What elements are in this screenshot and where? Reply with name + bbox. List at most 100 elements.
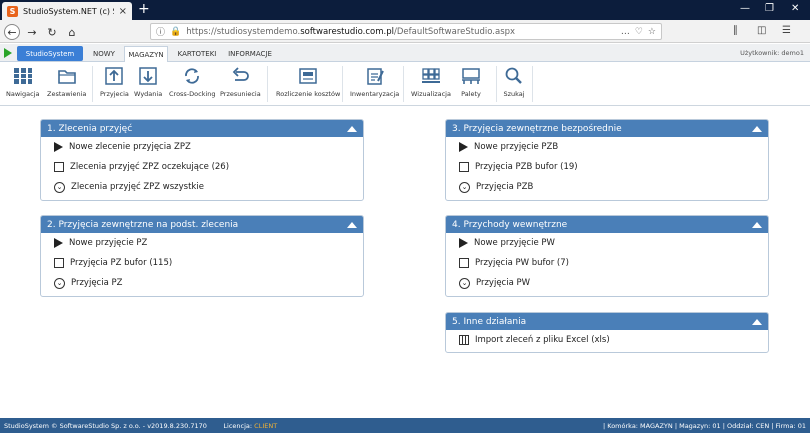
panel-zlecenia-przyjec: 1. Zlecenia przyjęć Nowe zlecenie przyję… (40, 119, 364, 201)
square-icon (54, 162, 64, 172)
panel-header[interactable]: 5. Inne działania (446, 313, 768, 330)
panel-przyjecia-na-podst-zlecenia: 2. Przyjęcia zewnętrzne na podst. zlecen… (40, 215, 364, 297)
collapse-caret-icon[interactable] (347, 125, 357, 132)
refresh-icon (181, 66, 203, 86)
browser-tabstrip: S StudioSystem.NET (c) Software × + — ❐ … (0, 0, 810, 20)
menu-item-zpz-wszystkie[interactable]: ⌄ Zlecenia przyjęć ZPZ wszystkie (41, 177, 363, 197)
pocket-icon[interactable]: ♡ (635, 27, 643, 37)
user-label: Użytkownik: demo1 (740, 49, 804, 57)
bookmark-star-icon[interactable]: ☆ (648, 27, 656, 37)
menu-item-nowe-przyjecie-pw[interactable]: Nowe przyjęcie PW (446, 233, 768, 253)
more-actions-icon[interactable]: … (621, 27, 630, 37)
spreadsheet-icon (459, 335, 469, 345)
ribbon-przesuniecia-button[interactable]: Przesuniecia (220, 66, 261, 98)
tab-magazyn[interactable]: MAGAZYN (124, 46, 168, 62)
menu-item-przyjecia-pw[interactable]: ⌄ Przyjęcia PW (446, 273, 768, 293)
run-icon[interactable] (4, 48, 12, 58)
search-icon (503, 66, 525, 86)
panel-title: 5. Inne działania (452, 316, 527, 327)
ribbon-nawigacja-button[interactable]: Nawigacja (6, 66, 39, 98)
ribbon-inwentaryzacja-button[interactable]: Inwentaryzacja (350, 66, 399, 98)
ribbon-separator (342, 66, 343, 102)
panel-title: 3. Przyjęcia zewnętrzne bezpośrednie (452, 123, 622, 134)
clipboard-icon (364, 66, 386, 86)
tab-nowy[interactable]: NOWY (88, 46, 120, 62)
panel-title: 1. Zlecenia przyjęć (47, 123, 133, 134)
info-icon[interactable]: ⓘ (156, 25, 165, 38)
panel-header[interactable]: 3. Przyjęcia zewnętrzne bezpośrednie (446, 120, 768, 137)
ribbon-szukaj-button[interactable]: Szukaj (503, 66, 525, 98)
close-window-icon[interactable]: ✕ (791, 3, 799, 14)
status-bar: StudioSystem © SoftwareStudio Sp. z o.o.… (0, 418, 810, 433)
ribbon-separator (403, 66, 404, 102)
minimize-icon[interactable]: — (740, 3, 750, 14)
square-icon (459, 258, 469, 268)
menu-item-przyjecia-pz[interactable]: ⌄ Przyjęcia PZ (41, 273, 363, 293)
ribbon-toolbar: Nawigacja Zestawienia Przyjecia Wydania … (0, 62, 810, 106)
menu-item-nowe-zlecenie-zpz[interactable]: Nowe zlecenie przyjęcia ZPZ (41, 137, 363, 157)
ribbon-palety-button[interactable]: Palety (460, 66, 482, 98)
new-tab-icon[interactable]: + (138, 1, 150, 17)
menu-item-pzb-bufor[interactable]: Przyjęcia PZB bufor (19) (446, 157, 768, 177)
menu-item-pw-bufor[interactable]: Przyjęcia PW bufor (7) (446, 253, 768, 273)
chevron-circle-icon: ⌄ (459, 277, 470, 289)
chevron-circle-icon: ⌄ (54, 181, 65, 193)
home-icon[interactable]: ⌂ (64, 24, 80, 40)
reload-icon[interactable]: ↻ (44, 24, 60, 40)
menu-item-nowe-przyjecie-pzb[interactable]: Nowe przyjęcie PZB (446, 137, 768, 157)
menu-item-nowe-przyjecie-pz[interactable]: Nowe przyjęcie PZ (41, 233, 363, 253)
status-right: | Komórka: MAGAZYN | Magazyn: 01 | Oddzi… (603, 421, 806, 430)
pallet-icon (460, 66, 482, 86)
undo-icon (229, 66, 251, 86)
status-left: StudioSystem © SoftwareStudio Sp. z o.o.… (4, 421, 278, 430)
warehouse-icon (420, 66, 442, 86)
panel-header[interactable]: 1. Zlecenia przyjęć (41, 120, 363, 137)
ribbon-wydania-button[interactable]: Wydania (134, 66, 162, 98)
ribbon-przyjecia-button[interactable]: Przyjecia (100, 66, 129, 98)
play-icon (54, 142, 63, 152)
ribbon-cross-docking-button[interactable]: Cross-Docking (169, 66, 216, 98)
menu-item-przyjecia-pzb[interactable]: ⌄ Przyjęcia PZB (446, 177, 768, 197)
panel-title: 4. Przychody wewnętrzne (452, 219, 568, 230)
tab-kartoteki[interactable]: KARTOTEKI (174, 46, 220, 62)
panel-przyjecia-bezposrednie: 3. Przyjęcia zewnętrzne bezpośrednie Now… (445, 119, 769, 201)
folder-icon (56, 66, 78, 86)
back-icon[interactable]: ← (4, 24, 20, 40)
forward-icon[interactable]: → (24, 24, 40, 40)
menu-item-zpz-oczekujace[interactable]: Zlecenia przyjęć ZPZ oczekujące (26) (41, 157, 363, 177)
upload-icon (103, 66, 125, 86)
address-bar[interactable]: ⓘ 🔒 https://studiosystemdemo.softwarestu… (150, 23, 662, 40)
restore-icon[interactable]: ❐ (765, 3, 774, 14)
ribbon-rozliczenie-button[interactable]: Rozliczenie kosztów (276, 66, 340, 98)
menu-icon[interactable]: ☰ (782, 25, 791, 36)
close-tab-icon[interactable]: × (119, 6, 127, 17)
collapse-caret-icon[interactable] (752, 125, 762, 132)
menu-item-import-excel[interactable]: Import zleceń z pliku Excel (xls) (446, 330, 768, 350)
lock-icon: 🔒 (170, 26, 182, 37)
collapse-caret-icon[interactable] (347, 221, 357, 228)
collapse-caret-icon[interactable] (752, 318, 762, 325)
panel-header[interactable]: 4. Przychody wewnętrzne (446, 216, 768, 233)
panel-title: 2. Przyjęcia zewnętrzne na podst. zlecen… (47, 219, 239, 230)
library-icon[interactable]: ∥ (733, 25, 738, 36)
collapse-caret-icon[interactable] (752, 221, 762, 228)
panel-header[interactable]: 2. Przyjęcia zewnętrzne na podst. zlecen… (41, 216, 363, 233)
browser-tab[interactable]: S StudioSystem.NET (c) Software × (2, 2, 132, 20)
chevron-circle-icon: ⌄ (459, 181, 470, 193)
play-icon (459, 142, 468, 152)
sidebar-icon[interactable]: ◫ (757, 25, 766, 36)
download-icon (137, 66, 159, 86)
play-icon (54, 238, 63, 248)
tab-title: StudioSystem.NET (c) Software (23, 6, 114, 16)
play-icon (459, 238, 468, 248)
studiosystem-button[interactable]: StudioSystem (17, 46, 83, 61)
tab-informacje[interactable]: INFORMACJE (224, 46, 276, 62)
ribbon-zestawienia-button[interactable]: Zestawienia (47, 66, 86, 98)
studiosystem-favicon-icon: S (7, 5, 18, 17)
chevron-circle-icon: ⌄ (54, 277, 65, 289)
grid-icon (12, 66, 34, 86)
url-text[interactable]: https://studiosystemdemo.softwarestudio.… (186, 27, 616, 37)
menu-item-pz-bufor[interactable]: Przyjęcia PZ bufor (115) (41, 253, 363, 273)
ribbon-separator (267, 66, 268, 102)
ribbon-wizualizacja-button[interactable]: Wizualizacja (411, 66, 451, 98)
